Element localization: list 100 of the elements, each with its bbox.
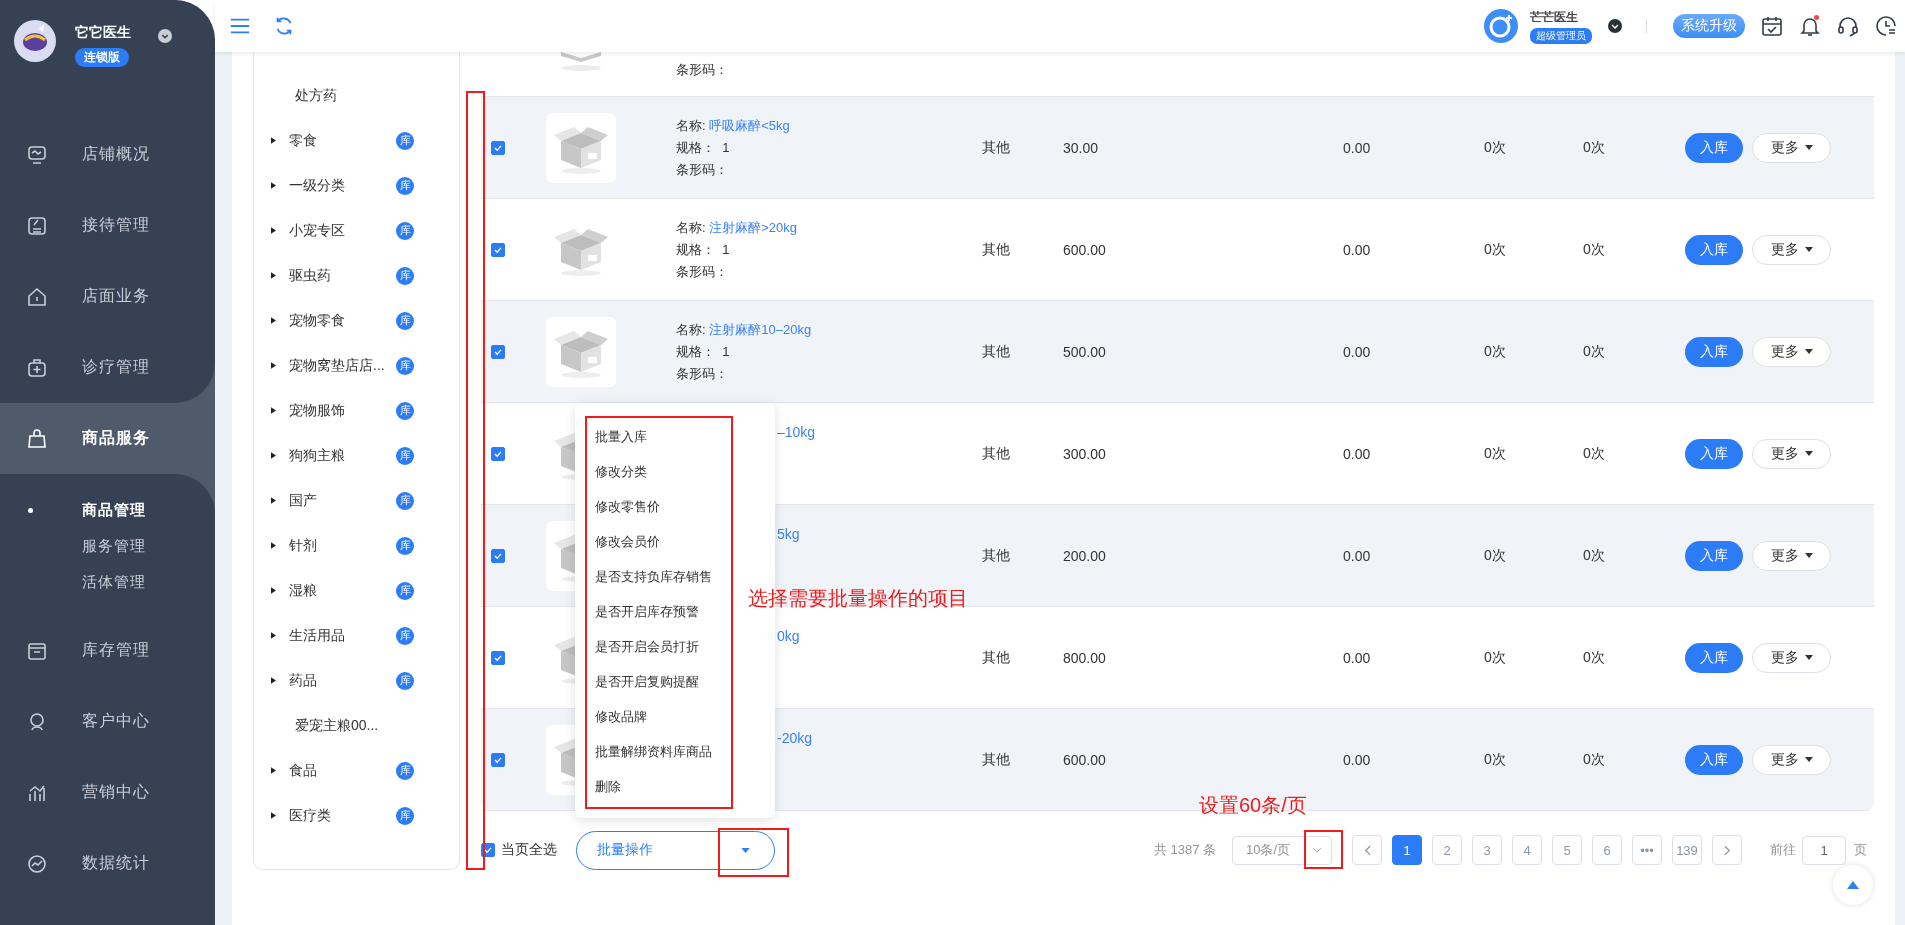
sidebar-menu-item[interactable]: 营销中心 xyxy=(0,757,215,828)
dropdown-menu-item[interactable]: 是否开启复购提醒 xyxy=(589,664,729,699)
expand-arrow-icon[interactable] xyxy=(271,587,276,594)
chevron-down-icon[interactable] xyxy=(1608,19,1622,33)
page-input[interactable]: 1 xyxy=(1802,835,1846,865)
table-cell: 其他 xyxy=(982,546,1010,563)
expand-arrow-icon[interactable] xyxy=(271,452,276,459)
dropdown-menu-item[interactable]: 是否支持负库存销售 xyxy=(589,559,729,594)
stock-in-button[interactable]: 入库 xyxy=(1685,438,1743,469)
stock-in-button[interactable]: 入库 xyxy=(1685,744,1743,775)
expand-arrow-icon[interactable] xyxy=(271,317,276,324)
table-cell: 800.00 xyxy=(1063,649,1106,666)
sidebar-menu-item[interactable]: 库存管理 xyxy=(0,615,215,686)
category-item[interactable]: 针剂 库 xyxy=(254,523,459,568)
category-item[interactable]: 医疗类 库 xyxy=(254,793,459,838)
dropdown-menu-item[interactable]: 修改品牌 xyxy=(589,699,729,734)
chevron-down-icon[interactable] xyxy=(158,29,172,43)
more-button[interactable]: 更多 xyxy=(1752,438,1831,469)
category-item[interactable]: 国产 库 xyxy=(254,478,459,523)
category-item[interactable]: 食品 库 xyxy=(254,748,459,793)
sidebar-menu-item[interactable]: 接待管理 xyxy=(0,190,215,261)
table-cell: 30.00 xyxy=(1063,139,1099,156)
category-label: 国产 xyxy=(289,491,317,510)
more-button[interactable]: 更多 xyxy=(1752,540,1831,571)
sidebar-menu-item[interactable]: 店面业务 xyxy=(0,261,215,332)
product-spec: 规格： 1 xyxy=(676,240,731,259)
category-item[interactable]: 狗狗主粮 库 xyxy=(254,433,459,478)
sidebar-menu-item[interactable]: 诊疗管理 xyxy=(0,332,215,403)
table-cell: 0.00 xyxy=(1343,139,1371,156)
category-item[interactable]: 零食 库 xyxy=(254,118,459,163)
sidebar-menu-item[interactable]: 客户中心 xyxy=(0,686,215,757)
expand-arrow-icon[interactable] xyxy=(271,542,276,549)
category-item[interactable]: 处方药 xyxy=(254,73,459,118)
sidebar-menu-item[interactable]: 店铺概况 xyxy=(0,119,215,190)
stock-in-button[interactable]: 入库 xyxy=(1685,234,1743,265)
calendar-icon[interactable] xyxy=(1761,15,1783,37)
back-to-top-button[interactable] xyxy=(1833,865,1873,905)
dropdown-menu-item[interactable]: 是否开启库存预警 xyxy=(589,594,729,629)
more-button[interactable]: 更多 xyxy=(1752,336,1831,367)
expand-arrow-icon[interactable] xyxy=(271,767,276,774)
category-item[interactable]: 一级分类 库 xyxy=(254,163,459,208)
caret-down-icon xyxy=(1804,757,1813,762)
stock-in-button[interactable]: 入库 xyxy=(1685,336,1743,367)
row-checkbox[interactable] xyxy=(491,650,505,665)
medical-kit-icon xyxy=(26,356,48,379)
row-checkbox[interactable] xyxy=(491,446,505,461)
dropdown-menu-item[interactable]: 批量入库 xyxy=(589,419,729,454)
dropdown-menu-item[interactable]: 修改零售价 xyxy=(589,489,729,524)
table-cell: 0次 xyxy=(1484,240,1506,257)
dropdown-menu-item[interactable]: 是否开启会员打折 xyxy=(589,629,729,664)
dropdown-menu-item[interactable]: 修改分类 xyxy=(589,454,729,489)
brand-name: 它它医生 xyxy=(75,24,131,42)
caret-down-icon xyxy=(741,847,750,853)
dropdown-menu-item[interactable]: 批量解绑资料库商品 xyxy=(589,734,729,769)
category-item[interactable]: 小宠专区 库 xyxy=(254,208,459,253)
bell-icon[interactable] xyxy=(1799,15,1821,37)
box-icon xyxy=(546,112,616,183)
sidebar-menu-item[interactable]: 数据统计 xyxy=(0,828,215,899)
row-checkbox[interactable] xyxy=(491,242,505,257)
row-checkbox[interactable] xyxy=(491,140,505,155)
row-checkbox[interactable] xyxy=(491,344,505,359)
stock-in-button[interactable]: 入库 xyxy=(1685,132,1743,163)
more-button[interactable]: 更多 xyxy=(1752,234,1831,265)
more-button[interactable]: 更多 xyxy=(1752,132,1831,163)
headset-icon[interactable] xyxy=(1837,15,1859,37)
category-item[interactable]: 宠物零食 库 xyxy=(254,298,459,343)
category-item[interactable]: 宠物服饰 库 xyxy=(254,388,459,433)
clock-icon[interactable] xyxy=(1875,15,1897,37)
more-button[interactable]: 更多 xyxy=(1752,744,1831,775)
expand-arrow-icon[interactable] xyxy=(271,362,276,369)
sidebar-submenu-item[interactable]: 服务管理 xyxy=(0,528,215,564)
row-checkbox[interactable] xyxy=(491,752,505,767)
dropdown-menu-item[interactable]: 修改会员价 xyxy=(589,524,729,559)
row-checkbox[interactable] xyxy=(491,548,505,563)
expand-arrow-icon[interactable] xyxy=(271,812,276,819)
user-avatar-icon[interactable] xyxy=(1484,9,1518,43)
page-button[interactable]: 1 xyxy=(1392,835,1422,865)
category-item[interactable]: 宠物窝垫店店... 库 xyxy=(254,343,459,388)
expand-arrow-icon[interactable] xyxy=(271,632,276,639)
more-button[interactable]: 更多 xyxy=(1752,642,1831,673)
expand-arrow-icon[interactable] xyxy=(271,497,276,504)
sidebar-submenu-item[interactable]: 活体管理 xyxy=(0,564,215,600)
category-item[interactable]: 驱虫药 库 xyxy=(254,253,459,298)
stock-in-button[interactable]: 入库 xyxy=(1685,540,1743,571)
category-item[interactable]: 药品 库 xyxy=(254,658,459,703)
sidebar-submenu-item[interactable]: 商品管理 xyxy=(0,492,215,528)
expand-arrow-icon[interactable] xyxy=(271,407,276,414)
expand-arrow-icon[interactable] xyxy=(271,272,276,279)
category-item[interactable]: 生活用品 库 xyxy=(254,613,459,658)
expand-arrow-icon[interactable] xyxy=(271,182,276,189)
category-item[interactable]: 爱宠主粮00... xyxy=(254,703,459,748)
house-icon xyxy=(26,285,48,308)
stock-in-button[interactable]: 入库 xyxy=(1685,642,1743,673)
dropdown-menu-item[interactable]: 删除 xyxy=(589,769,729,804)
expand-arrow-icon[interactable] xyxy=(271,677,276,684)
category-item[interactable]: 湿粮 库 xyxy=(254,568,459,613)
sidebar-menu-item[interactable]: 商品服务 xyxy=(0,403,215,474)
table-cell: 其他 xyxy=(982,138,1010,155)
expand-arrow-icon[interactable] xyxy=(271,137,276,144)
expand-arrow-icon[interactable] xyxy=(271,227,276,234)
